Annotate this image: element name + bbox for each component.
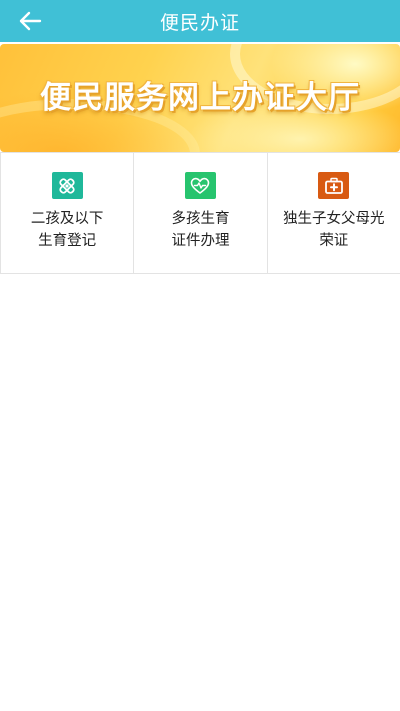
app-header: 便民办证 <box>0 0 400 42</box>
arrow-left-icon <box>19 11 42 31</box>
banner-title: 便民服务网上办证大厅 <box>40 80 360 116</box>
service-label: 二孩及以下 生育登记 <box>30 211 104 249</box>
heart-pulse-icon <box>184 172 216 199</box>
service-item-multi-child-certificate[interactable]: 多孩生育 证件办理 <box>134 153 268 273</box>
service-hall-banner: 便民服务网上办证大厅 <box>0 44 400 152</box>
service-item-only-child-parents-certificate[interactable]: 独生子女父母光 荣证 <box>268 153 400 273</box>
service-item-second-child-registration[interactable]: 二孩及以下 生育登记 <box>0 153 135 273</box>
service-label: 多孩生育 证件办理 <box>171 211 230 249</box>
page-title: 便民办证 <box>159 11 240 34</box>
service-label: 独生子女父母光 荣证 <box>283 211 385 249</box>
back-button[interactable] <box>12 5 48 37</box>
medical-kit-icon <box>318 172 350 199</box>
medicine-box-icon <box>51 172 83 199</box>
service-grid: 二孩及以下 生育登记 多孩生育 证件办理 独生子女父母光 荣证 <box>0 152 400 274</box>
